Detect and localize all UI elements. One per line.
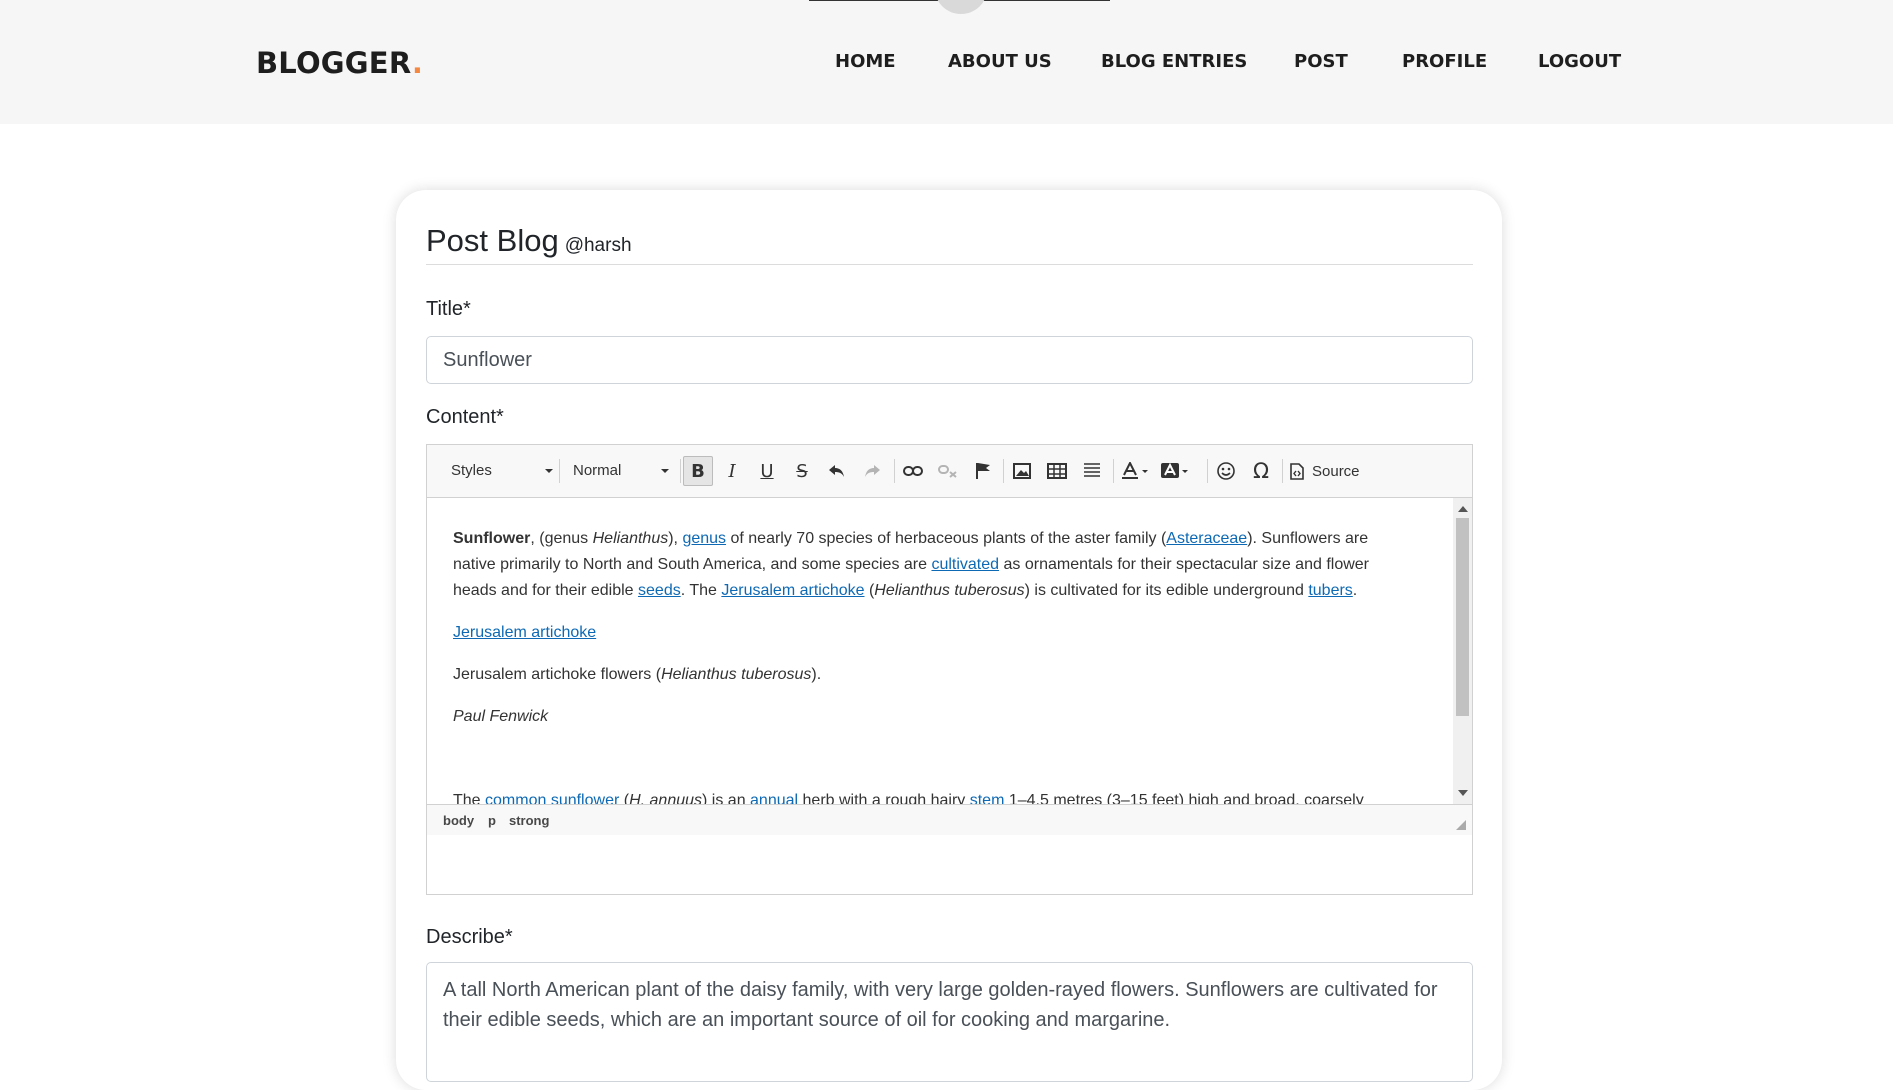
describe-label: Describe*	[426, 926, 513, 948]
underline-icon[interactable]: U	[752, 456, 782, 486]
content-text: H. annuus	[629, 792, 703, 804]
special-char-icon[interactable]: Ω	[1246, 456, 1276, 486]
content-link[interactable]: cultivated	[931, 556, 999, 573]
toolbar-separator	[1207, 459, 1208, 483]
editor-paragraph[interactable]: The common sunflower (H. annuus) is an a…	[453, 788, 1413, 804]
source-icon	[1290, 462, 1304, 480]
page-heading: Post Blog	[426, 223, 559, 258]
editor-paragraph[interactable]	[453, 746, 1413, 772]
nav-profile-link[interactable]: PROFILE	[1402, 51, 1487, 72]
chevron-down-icon	[545, 469, 553, 473]
background-color-icon[interactable]	[1157, 456, 1193, 486]
content-text: Helianthus tuberosus	[874, 582, 1025, 599]
content-text: . The	[680, 582, 722, 599]
scroll-down-arrow-icon[interactable]	[1458, 790, 1468, 796]
source-button[interactable]: Source	[1286, 456, 1366, 486]
content-text: Paul Fenwick	[453, 708, 549, 725]
editor-scrollbar[interactable]	[1453, 498, 1472, 804]
unlink-icon[interactable]	[933, 456, 963, 486]
editor-paragraph[interactable]: Jerusalem artichoke flowers (Helianthus …	[453, 662, 1413, 688]
undo-icon[interactable]	[822, 456, 852, 486]
content-text: The	[453, 792, 486, 804]
editor-paragraph[interactable]: Sunflower, (genus Helianthus), genus of …	[453, 526, 1413, 604]
link-icon[interactable]	[898, 456, 928, 486]
content-link[interactable]: seeds	[638, 582, 681, 599]
content-link[interactable]: Jerusalem artichoke	[721, 582, 864, 599]
main-nav: HOME ABOUT US BLOG ENTRIES POST PROFILE …	[0, 51, 1893, 81]
editor-elements-path: body p strong	[427, 804, 1472, 835]
toolbar-separator	[1282, 459, 1283, 483]
title-input[interactable]	[426, 336, 1473, 384]
editor-paragraph[interactable]: Paul Fenwick	[453, 704, 1413, 730]
content-text: ).	[811, 666, 822, 683]
toolbar-separator	[559, 459, 560, 483]
nav-about-us-link[interactable]: ABOUT US	[948, 51, 1052, 72]
describe-textarea[interactable]: A tall North American plant of the daisy…	[426, 962, 1473, 1082]
editor-body[interactable]: Sunflower, (genus Helianthus), genus of …	[453, 526, 1413, 804]
scroll-up-arrow-icon[interactable]	[1458, 506, 1468, 512]
content-text: Sunflower	[453, 530, 531, 547]
styles-dropdown[interactable]: Styles	[451, 457, 559, 485]
nav-blog-entries-link[interactable]: BLOG ENTRIES	[1101, 51, 1247, 72]
content-link[interactable]: stem	[970, 792, 1005, 804]
toolbar-separator	[1003, 459, 1004, 483]
chevron-down-icon	[661, 469, 669, 473]
content-text: Helianthus	[592, 530, 669, 547]
strikethrough-icon[interactable]: S	[787, 456, 817, 486]
source-label: Source	[1312, 462, 1360, 480]
content-text: ),	[668, 530, 683, 547]
redo-icon[interactable]	[857, 456, 887, 486]
content-text: herb with a rough hairy	[798, 792, 970, 804]
editor-content-area[interactable]: Sunflower, (genus Helianthus), genus of …	[427, 498, 1453, 804]
image-icon[interactable]	[1007, 456, 1037, 486]
italic-icon[interactable]: I	[717, 456, 747, 486]
styles-dropdown-label: Styles	[451, 462, 492, 479]
toolbar-separator	[1113, 459, 1114, 483]
path-crumb-body[interactable]: body	[443, 813, 474, 828]
content-link[interactable]: tubers	[1308, 582, 1352, 599]
username-label: @harsh	[564, 235, 632, 256]
smiley-icon[interactable]	[1211, 456, 1241, 486]
toolbar-separator	[680, 459, 681, 483]
content-text: ) is cultivated for its edible undergrou…	[1024, 582, 1309, 599]
content-text: (	[864, 582, 875, 599]
content-text	[453, 750, 457, 767]
editor-paragraph[interactable]: Jerusalem artichoke	[453, 620, 1413, 646]
editor-toolbar: Styles Normal B I U S Ω Source	[427, 445, 1472, 498]
content-link[interactable]: common sunflower	[485, 792, 619, 804]
bold-icon[interactable]: B	[683, 456, 713, 486]
page-title: Post Blog @harsh	[426, 223, 632, 259]
text-color-icon[interactable]	[1117, 456, 1153, 486]
format-dropdown-label: Normal	[573, 462, 622, 479]
toolbar-separator	[894, 459, 895, 483]
content-link[interactable]: Jerusalem artichoke	[453, 624, 596, 641]
nav-post-link[interactable]: POST	[1294, 51, 1348, 72]
content-text: (	[619, 792, 630, 804]
path-crumb-strong[interactable]: strong	[509, 813, 549, 828]
content-link[interactable]: Asteraceae	[1166, 530, 1247, 547]
path-crumb-p[interactable]: p	[488, 813, 496, 828]
content-text: , (genus	[530, 530, 593, 547]
rich-text-editor: Styles Normal B I U S Ω Source Sunflower…	[426, 444, 1473, 895]
nav-home-link[interactable]: HOME	[835, 51, 896, 72]
content-text: .	[1352, 582, 1358, 599]
heading-divider	[426, 264, 1473, 265]
content-link[interactable]: annual	[750, 792, 798, 804]
scrollbar-thumb[interactable]	[1456, 518, 1469, 716]
content-text: ) is an	[702, 792, 751, 804]
top-decoration-circle	[935, 0, 987, 14]
table-icon[interactable]	[1042, 456, 1072, 486]
content-label: Content*	[426, 406, 504, 428]
nav-logout-link[interactable]: LOGOUT	[1538, 51, 1621, 72]
content-text: Helianthus tuberosus	[661, 666, 812, 683]
content-text: of nearly 70 species of herbaceous plant…	[726, 530, 1167, 547]
title-label: Title*	[426, 298, 471, 320]
content-text: Jerusalem artichoke flowers (	[453, 666, 662, 683]
anchor-flag-icon[interactable]	[968, 456, 998, 486]
format-dropdown[interactable]: Normal	[573, 457, 675, 485]
content-link[interactable]: genus	[682, 530, 726, 547]
top-navbar: BLOGGER. HOME ABOUT US BLOG ENTRIES POST…	[0, 0, 1893, 124]
resize-grip-icon[interactable]	[1456, 820, 1466, 830]
horizontal-line-icon[interactable]	[1077, 456, 1107, 486]
